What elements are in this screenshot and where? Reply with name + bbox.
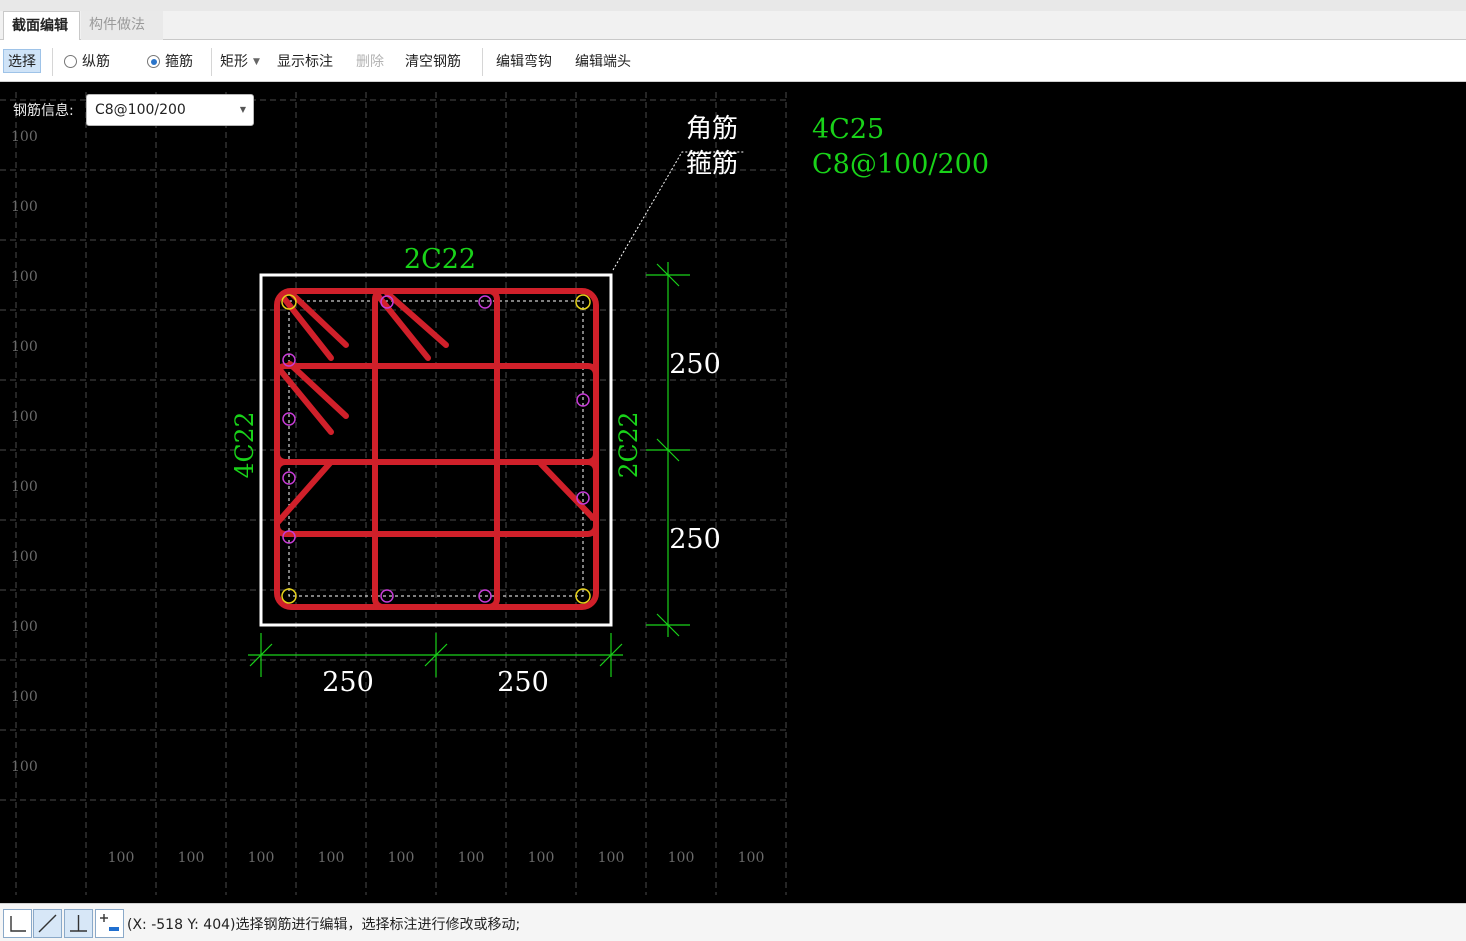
top-rebar-label[interactable]: 2C22 bbox=[404, 244, 476, 275]
grid-label-bottom: 100 bbox=[598, 850, 625, 866]
edit-end-button[interactable]: 编辑端头 bbox=[575, 51, 631, 73]
select-button[interactable]: 选择 bbox=[3, 49, 41, 73]
show-annotation-button[interactable]: 显示标注 bbox=[277, 51, 333, 73]
radio-checked-icon bbox=[147, 55, 160, 68]
grid-label-bottom: 100 bbox=[738, 850, 765, 866]
ortho-snap-glyph bbox=[10, 916, 26, 932]
rebar-info-select[interactable]: C8@100/200 ▼ bbox=[86, 94, 254, 126]
line-snap-glyph bbox=[38, 914, 57, 933]
status-text: (X: -518 Y: 404)选择钢筋进行编辑，选择标注进行修改或移动; bbox=[127, 917, 521, 933]
clear-rebar-button[interactable]: 清空钢筋 bbox=[405, 51, 461, 73]
grid-label-bottom: 100 bbox=[528, 850, 555, 866]
stirrup-label: 箍筋 bbox=[165, 54, 193, 70]
grid-label-left: 100 bbox=[11, 339, 38, 355]
longitudinal-label: 纵筋 bbox=[82, 54, 110, 70]
grid-label-left: 100 bbox=[11, 689, 38, 705]
grid-label-bottom: 100 bbox=[458, 850, 485, 866]
side-bar[interactable] bbox=[478, 295, 492, 309]
toolbar-separator bbox=[211, 48, 212, 76]
chevron-down-icon: ▼ bbox=[253, 57, 260, 67]
stirrups[interactable] bbox=[274, 288, 599, 610]
rebar-info-value: C8@100/200 bbox=[95, 102, 186, 118]
leader-label-stirrup[interactable]: 箍筋 bbox=[686, 149, 738, 179]
rebar-info-label: 钢筋信息: bbox=[13, 103, 74, 119]
stirrup-spec[interactable]: C8@100/200 bbox=[812, 149, 989, 180]
tab-component-method[interactable]: 构件做法 bbox=[81, 11, 163, 40]
line-snap-icon[interactable] bbox=[33, 909, 62, 938]
grid-label-left: 100 bbox=[11, 479, 38, 495]
grid-label-bottom: 100 bbox=[388, 850, 415, 866]
shape-label: 矩形 bbox=[220, 54, 248, 70]
grid-label-left: 100 bbox=[11, 619, 38, 635]
delete-button[interactable]: 删除 bbox=[356, 51, 384, 73]
perpendicular-snap-icon[interactable] bbox=[64, 909, 93, 938]
dimension-right-bottom[interactable]: 250 bbox=[669, 524, 721, 555]
status-bar: (X: -518 Y: 404)选择钢筋进行编辑，选择标注进行修改或移动; bbox=[0, 903, 1466, 941]
grid-label-left: 100 bbox=[11, 409, 38, 425]
toolbar-separator bbox=[52, 48, 53, 76]
add-point-glyph bbox=[100, 914, 119, 931]
grid-label-bottom: 100 bbox=[248, 850, 275, 866]
tab-section-edit[interactable]: 截面编辑 bbox=[3, 11, 80, 40]
grid-label-left: 100 bbox=[11, 129, 38, 145]
drawing-canvas[interactable]: 100 100 100 100 100 100 100 100 100 100 100 100 100 1… bbox=[0, 82, 1466, 903]
hook[interactable] bbox=[538, 461, 596, 521]
grid-label-left: 100 bbox=[11, 549, 38, 565]
edit-hook-button[interactable]: 编辑弯钩 bbox=[496, 51, 552, 73]
dimension-right-top[interactable]: 250 bbox=[669, 349, 721, 380]
add-point-icon[interactable] bbox=[95, 909, 124, 938]
leader-label-corner[interactable]: 角筋 bbox=[686, 114, 738, 144]
grid-label-bottom: 100 bbox=[318, 850, 345, 866]
title-strip bbox=[0, 0, 1466, 11]
dimension-bottom-left[interactable]: 250 bbox=[322, 667, 374, 698]
longitudinal-radio[interactable]: 纵筋 bbox=[64, 51, 110, 73]
ortho-snap-icon[interactable] bbox=[3, 909, 32, 938]
stirrup-radio[interactable]: 箍筋 bbox=[147, 51, 193, 73]
hook[interactable] bbox=[275, 459, 334, 525]
right-rebar-label[interactable]: 2C22 bbox=[614, 412, 643, 479]
tab-bar: 截面编辑 构件做法 bbox=[0, 0, 1466, 40]
perpendicular-snap-glyph bbox=[70, 915, 87, 932]
grid-label-left: 100 bbox=[11, 759, 38, 775]
radio-circle-icon bbox=[64, 55, 77, 68]
corner-rebar-spec[interactable]: 4C25 bbox=[812, 114, 884, 145]
grid-label-left: 100 bbox=[11, 199, 38, 215]
grid-label-left: 100 bbox=[11, 269, 38, 285]
toolbar: 选择 纵筋 箍筋 矩形 ▼ 显示标注 删除 清空钢筋 编辑弯钩 编辑端头 bbox=[0, 40, 1466, 82]
grid-label-bottom: 100 bbox=[108, 850, 135, 866]
shape-dropdown[interactable]: 矩形 ▼ bbox=[220, 51, 260, 73]
chevron-down-icon: ▼ bbox=[239, 105, 246, 114]
toolbar-separator bbox=[482, 48, 483, 76]
left-rebar-label[interactable]: 4C22 bbox=[230, 412, 259, 479]
grid-label-bottom: 100 bbox=[178, 850, 205, 866]
dimension-bottom-right[interactable]: 250 bbox=[497, 667, 549, 698]
grid-label-bottom: 100 bbox=[668, 850, 695, 866]
